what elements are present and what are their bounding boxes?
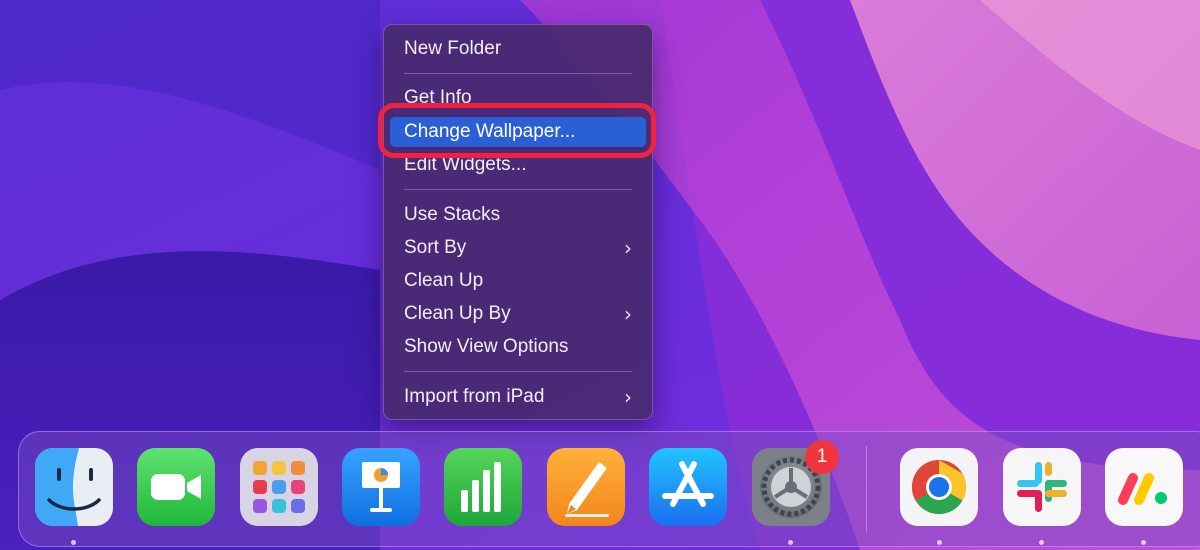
- menu-item-label: Show View Options: [404, 336, 569, 357]
- menu-item-label: Sort By: [404, 237, 467, 258]
- pages-icon[interactable]: [547, 448, 625, 526]
- chrome-icon[interactable]: [900, 448, 978, 526]
- numbers-icon: [444, 448, 522, 526]
- slack-icon[interactable]: [1003, 448, 1081, 526]
- numbers-icon[interactable]: [444, 448, 522, 526]
- launchpad-icon[interactable]: [240, 448, 318, 526]
- chevron-right-icon: ›: [624, 236, 632, 260]
- menu-item-label: New Folder: [404, 38, 502, 59]
- keynote-icon[interactable]: [342, 448, 420, 526]
- menu-separator: [404, 73, 632, 74]
- dock-divider: [866, 446, 867, 532]
- menu-item-label: Clean Up By: [404, 303, 511, 324]
- menu-item-label: Import from iPad: [404, 386, 545, 407]
- desktop-context-menu: New Folder Get Info Change Wallpaper... …: [383, 24, 653, 420]
- menu-item-import-from-ipad[interactable]: Import from iPad ›: [390, 382, 646, 412]
- chrome-icon: [900, 448, 978, 526]
- running-indicator: [788, 540, 793, 545]
- running-indicator: [1039, 540, 1044, 545]
- finder-icon: [35, 448, 113, 526]
- app-store-icon: [649, 448, 727, 526]
- menu-separator: [404, 371, 632, 372]
- finder-icon[interactable]: [35, 448, 113, 526]
- monday-icon: [1105, 448, 1183, 526]
- running-indicator: [937, 540, 942, 545]
- keynote-icon: [342, 448, 420, 526]
- menu-item-new-folder[interactable]: New Folder: [390, 34, 646, 64]
- menu-item-show-view-options[interactable]: Show View Options: [390, 332, 646, 362]
- running-indicator: [71, 540, 76, 545]
- facetime-icon: [137, 448, 215, 526]
- menu-item-use-stacks[interactable]: Use Stacks: [390, 200, 646, 230]
- menu-item-label: Clean Up: [404, 270, 484, 291]
- notification-badge: 1: [805, 440, 839, 474]
- menu-separator: [404, 189, 632, 190]
- app-store-icon[interactable]: [649, 448, 727, 526]
- menu-item-clean-up-by[interactable]: Clean Up By ›: [390, 299, 646, 329]
- facetime-icon[interactable]: [137, 448, 215, 526]
- menu-item-clean-up[interactable]: Clean Up: [390, 266, 646, 296]
- chevron-right-icon: ›: [624, 302, 632, 326]
- running-indicator: [1141, 540, 1146, 545]
- menu-item-sort-by[interactable]: Sort By ›: [390, 233, 646, 263]
- chevron-right-icon: ›: [624, 385, 632, 409]
- annotation-highlight-ring: [378, 103, 656, 158]
- monday-icon[interactable]: [1105, 448, 1183, 526]
- pages-icon: [547, 448, 625, 526]
- menu-item-label: Use Stacks: [404, 204, 501, 225]
- slack-icon: [1003, 448, 1081, 526]
- launchpad-icon: [240, 448, 318, 526]
